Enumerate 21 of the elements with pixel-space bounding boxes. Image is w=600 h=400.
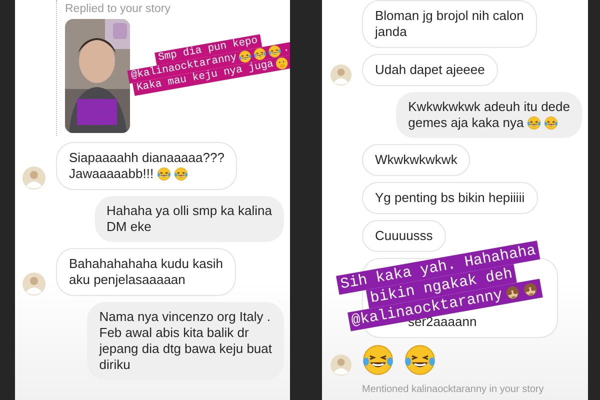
laughing-emoji-icon bbox=[526, 116, 541, 130]
laughing-emoji-icon bbox=[174, 167, 188, 181]
laughing-emoji-icon bbox=[404, 344, 436, 376]
message-bubble: Siapaaaahh dianaaaaa??? Jawaaaaabb!!! bbox=[56, 142, 238, 190]
laughing-emoji-icon bbox=[362, 344, 394, 376]
message-bubble: Bahahahahaha kudu kasih aku penjelasaaaaan bbox=[56, 248, 236, 296]
laughing-emoji-icon bbox=[267, 44, 282, 59]
message-bubble: Kwkwkwkwk adeuh itu dede gemes aja kaka nya bbox=[396, 92, 582, 138]
message-bubble: Nama nya vincenzo org Italy . Feb awal abis kita balik dr jepang dia dtg bawa keju buat diriku bbox=[87, 302, 284, 380]
laughing-emoji-icon bbox=[252, 46, 268, 62]
message-bubble: Hahaha ya olli smp ka kalina DM eke bbox=[94, 196, 284, 242]
message-bubble: Wkwkwkwkwk bbox=[362, 144, 470, 176]
message-bubble: Bloman jg brojol nih calon janda bbox=[362, 0, 537, 48]
laughing-emoji-icon bbox=[544, 116, 558, 130]
message-bubble: Udah dapet ajeeee bbox=[362, 54, 498, 86]
laughing-emoji-icon bbox=[156, 167, 171, 181]
reply-label: Replied to your story bbox=[65, 3, 170, 15]
smiling-face-icon bbox=[274, 56, 290, 71]
message-bubble: Yg penting bs bikin hepiiiii bbox=[362, 182, 538, 214]
mention-note: Mentioned kalinaocktaranny in your story bbox=[362, 384, 545, 395]
message-bubble: Cuuuusss bbox=[362, 220, 446, 252]
